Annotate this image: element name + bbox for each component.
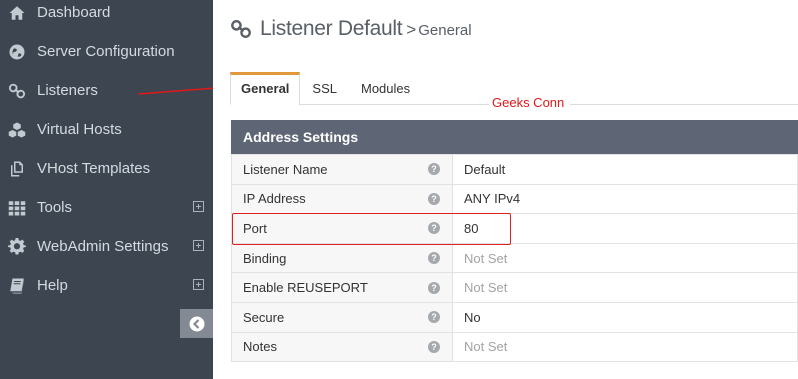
table-row: Notes? Not Set bbox=[231, 331, 798, 363]
setting-value: Default bbox=[452, 154, 798, 185]
tab-general[interactable]: General bbox=[230, 72, 301, 105]
tab-bar: General SSL Modules bbox=[230, 72, 422, 105]
sidebar-item-server-configuration[interactable]: Server Configuration bbox=[0, 32, 213, 71]
expand-icon[interactable] bbox=[193, 240, 204, 251]
help-icon[interactable]: ? bbox=[428, 192, 440, 205]
globe-icon bbox=[8, 43, 26, 61]
sidebar-item-webadmin-settings[interactable]: WebAdmin Settings bbox=[0, 227, 213, 266]
sidebar-item-label: Listeners bbox=[37, 82, 98, 99]
cubes-icon bbox=[8, 121, 26, 139]
sidebar-item-label: VHost Templates bbox=[37, 160, 151, 177]
sidebar-item-vhost-templates[interactable]: VHost Templates bbox=[0, 149, 213, 188]
page-title-text: Listener Default bbox=[260, 17, 403, 40]
setting-value: Not Set bbox=[452, 331, 798, 363]
expand-icon[interactable] bbox=[193, 279, 204, 290]
setting-label: Port bbox=[243, 220, 267, 236]
table-row: IP Address? ANY IPv4 bbox=[231, 183, 798, 215]
setting-value: Not Set bbox=[452, 272, 798, 303]
setting-label: Listener Name bbox=[243, 161, 328, 177]
table-row: Secure? No bbox=[231, 301, 798, 333]
address-settings-table: Listener Name? Default IP Address? ANY I… bbox=[231, 154, 798, 363]
sidebar-item-listeners[interactable]: Listeners bbox=[0, 71, 213, 110]
sidebar-item-label: WebAdmin Settings bbox=[37, 238, 169, 255]
home-icon bbox=[8, 4, 26, 22]
grid-icon bbox=[8, 199, 26, 217]
tab-modules[interactable]: Modules bbox=[349, 72, 422, 105]
sidebar-item-label: Help bbox=[37, 277, 68, 294]
sidebar-item-dashboard[interactable]: Dashboard bbox=[0, 0, 213, 32]
help-icon[interactable]: ? bbox=[428, 252, 440, 265]
page-title: Listener Default > General bbox=[230, 17, 472, 41]
help-icon[interactable]: ? bbox=[428, 311, 440, 324]
gear-icon bbox=[8, 237, 26, 256]
setting-label: IP Address bbox=[243, 191, 306, 207]
setting-label: Secure bbox=[243, 309, 285, 325]
main-content: Listener Default > General General SSL M… bbox=[213, 0, 798, 379]
help-icon[interactable]: ? bbox=[428, 222, 440, 235]
sidebar-item-label: Virtual Hosts bbox=[37, 121, 122, 138]
panel-title: Address Settings bbox=[231, 120, 798, 154]
setting-value: Not Set bbox=[452, 242, 798, 274]
link-icon bbox=[8, 82, 26, 100]
annotation-label: Geeks Conn bbox=[489, 95, 571, 110]
help-icon[interactable]: ? bbox=[428, 163, 440, 176]
table-row: Listener Name? Default bbox=[231, 154, 798, 185]
table-row: Port? 80 bbox=[231, 213, 798, 244]
link-icon bbox=[231, 20, 251, 38]
copy-icon bbox=[8, 160, 26, 178]
sidebar-item-label: Dashboard bbox=[37, 4, 111, 21]
setting-value: 80 bbox=[452, 213, 798, 244]
arrow-left-circle-icon bbox=[189, 316, 204, 331]
breadcrumb-separator: > bbox=[406, 20, 417, 39]
collapse-sidebar-button[interactable] bbox=[180, 309, 213, 338]
sidebar-item-tools[interactable]: Tools bbox=[0, 188, 213, 227]
sidebar-item-help[interactable]: Help bbox=[0, 266, 213, 305]
setting-value: ANY IPv4 bbox=[452, 183, 798, 215]
sidebar: Dashboard Server Configuration Listeners… bbox=[0, 0, 213, 379]
table-row: Enable REUSEPORT? Not Set bbox=[231, 272, 798, 303]
sidebar-item-label: Tools bbox=[37, 199, 73, 216]
setting-label: Enable REUSEPORT bbox=[243, 280, 368, 296]
setting-value: No bbox=[452, 301, 798, 333]
help-icon[interactable]: ? bbox=[428, 281, 440, 294]
page-subtitle: General bbox=[418, 22, 472, 39]
setting-label: Binding bbox=[243, 250, 287, 266]
sidebar-item-virtual-hosts[interactable]: Virtual Hosts bbox=[0, 110, 213, 149]
expand-icon[interactable] bbox=[193, 201, 204, 212]
sidebar-item-label: Server Configuration bbox=[37, 43, 175, 60]
book-icon bbox=[8, 277, 26, 295]
table-row: Binding? Not Set bbox=[231, 242, 798, 274]
help-icon[interactable]: ? bbox=[428, 340, 440, 353]
setting-label: Notes bbox=[243, 339, 277, 355]
tab-ssl[interactable]: SSL bbox=[300, 72, 349, 105]
